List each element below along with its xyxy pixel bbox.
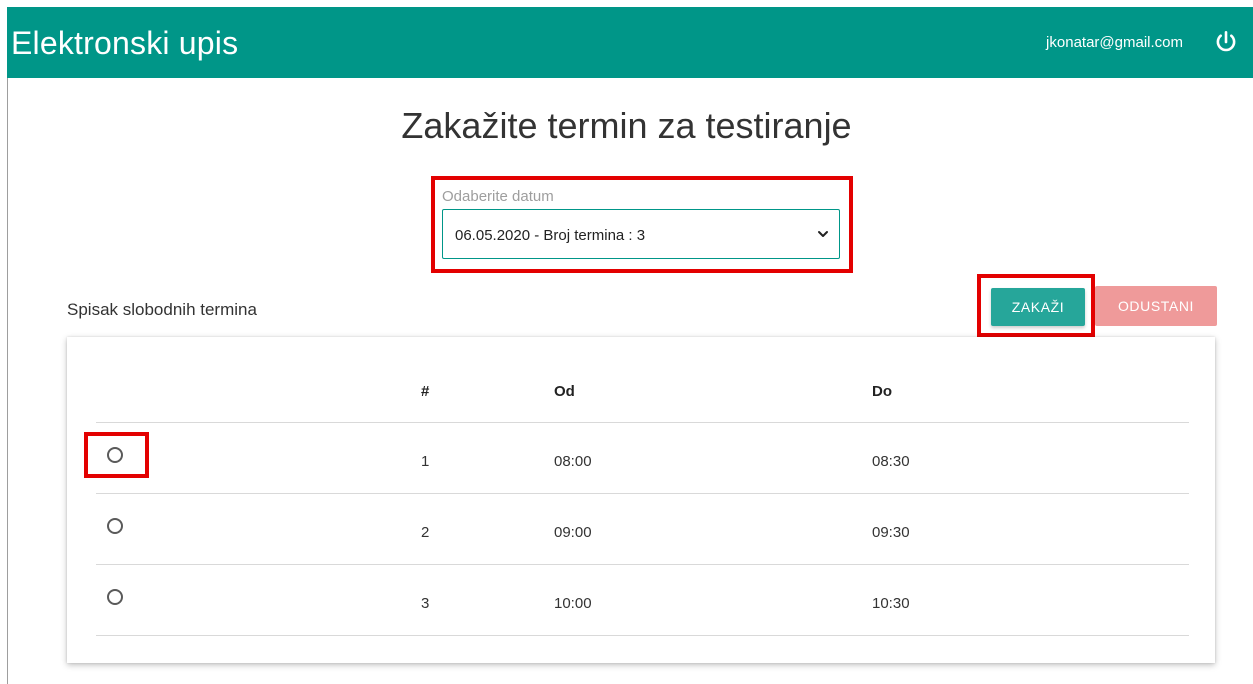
date-field: Odaberite datum 06.05.2020 - Broj termin… [442, 188, 842, 259]
cancel-button[interactable]: ODUSTANI [1095, 286, 1217, 326]
slot-radio-3[interactable] [107, 589, 123, 605]
slot-number: 2 [421, 524, 430, 541]
schedule-button[interactable]: ZAKAŽI [991, 288, 1085, 326]
column-header-number: # [421, 383, 430, 400]
app-title: Elektronski upis [11, 25, 239, 61]
app-bar: Elektronski upis jkonatar@gmail.com [7, 7, 1253, 78]
date-select[interactable]: 06.05.2020 - Broj termina : 3 [442, 209, 840, 259]
column-header-to: Do [872, 383, 892, 400]
page-left-border [7, 78, 8, 684]
slot-number: 3 [421, 595, 430, 612]
slot-to: 10:30 [872, 595, 910, 612]
column-header-from: Od [554, 383, 575, 400]
slot-from: 10:00 [554, 595, 592, 612]
user-email: jkonatar@gmail.com [1046, 34, 1183, 51]
slots-card: # Od Do 1 08:00 08:30 2 09:00 09:30 3 10… [67, 337, 1215, 663]
page-title: Zakažite termin za testiranje [401, 105, 852, 146]
slot-to: 09:30 [872, 524, 910, 541]
table-header: # Od Do [96, 337, 1189, 423]
power-icon[interactable] [1213, 29, 1239, 55]
slot-to: 08:30 [872, 453, 910, 470]
slot-from: 08:00 [554, 453, 592, 470]
chevron-down-icon [818, 231, 828, 237]
date-label: Odaberite datum [442, 188, 554, 205]
list-heading: Spisak slobodnih termina [67, 300, 257, 319]
annotation-box-radio [84, 432, 149, 478]
slot-radio-2[interactable] [107, 518, 123, 534]
slot-from: 09:00 [554, 524, 592, 541]
table-row[interactable]: 1 08:00 08:30 [96, 423, 1189, 494]
date-select-value: 06.05.2020 - Broj termina : 3 [455, 227, 646, 244]
slots-table: # Od Do 1 08:00 08:30 2 09:00 09:30 3 10… [96, 337, 1189, 636]
table-row[interactable]: 2 09:00 09:30 [96, 494, 1189, 565]
slot-number: 1 [421, 453, 430, 470]
table-row[interactable]: 3 10:00 10:30 [96, 565, 1189, 636]
